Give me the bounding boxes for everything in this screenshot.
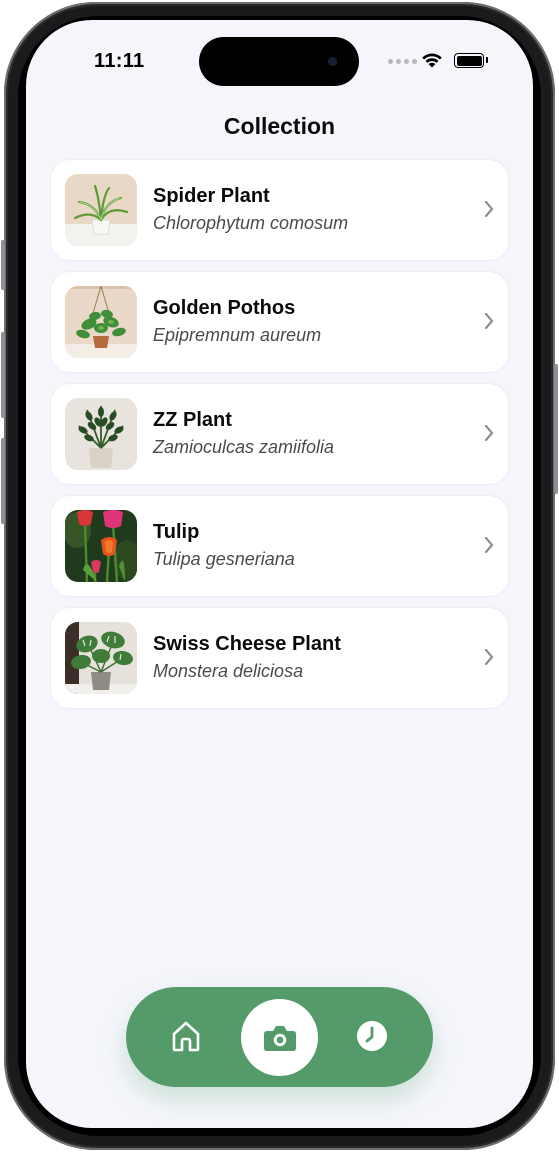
- plant-scientific-name: Epipremnum aureum: [153, 325, 322, 345]
- tulip-photo: [65, 510, 137, 582]
- plant-name: Spider Plant: [153, 185, 270, 207]
- chevron-right-icon: [484, 200, 494, 218]
- plant-scientific-name: Monstera deliciosa: [153, 661, 304, 681]
- list-item[interactable]: Spider Plant Chlorophytum comosum: [50, 159, 509, 261]
- front-camera: [328, 57, 337, 66]
- spider-plant-photo: [65, 174, 137, 246]
- plant-name: Swiss Cheese Plant: [153, 633, 341, 655]
- action-button: [1, 240, 5, 290]
- list-item[interactable]: Swiss Cheese Plant Monstera deliciosa: [50, 607, 509, 709]
- tab-bar: [126, 987, 433, 1087]
- list-item[interactable]: Golden Pothos Epipremnum aureum: [50, 271, 509, 373]
- clock-icon: [357, 1021, 387, 1051]
- battery-icon: [454, 53, 484, 68]
- tab-camera[interactable]: [241, 999, 318, 1076]
- zz-plant-photo: [65, 398, 137, 470]
- golden-pothos-photo: [65, 286, 137, 358]
- plant-scientific-name: Chlorophytum comosum: [153, 213, 349, 233]
- page-title: Collection: [223, 113, 336, 139]
- battery-tip: [486, 57, 488, 63]
- wifi-icon: [422, 53, 442, 68]
- screen: 11:11 Collection Spider Plant Chlorophyt…: [26, 20, 533, 1128]
- chevron-right-icon: [484, 312, 494, 330]
- cellular-signal-icon: [388, 59, 417, 64]
- volume-down-button: [1, 438, 5, 524]
- chevron-right-icon: [484, 648, 494, 666]
- plant-name: ZZ Plant: [153, 409, 232, 431]
- plant-scientific-name: Zamioculcas zamiifolia: [153, 437, 335, 457]
- chevron-right-icon: [484, 424, 494, 442]
- tab-history[interactable]: [356, 1020, 388, 1057]
- power-button: [554, 364, 558, 494]
- plant-list: Spider Plant Chlorophytum comosum Golden…: [50, 159, 509, 719]
- plant-scientific-name: Tulipa gesneriana: [153, 549, 295, 569]
- home-icon: [172, 1021, 200, 1052]
- status-time: 11:11: [94, 50, 145, 72]
- list-item[interactable]: ZZ Plant Zamioculcas zamiifolia: [50, 383, 509, 485]
- volume-up-button: [1, 332, 5, 418]
- dynamic-island: [199, 37, 359, 86]
- camera-icon: [263, 1025, 296, 1051]
- chevron-right-icon: [484, 536, 494, 554]
- monstera-photo: [65, 622, 137, 694]
- tab-home[interactable]: [170, 1019, 202, 1058]
- plant-name: Golden Pothos: [153, 297, 296, 319]
- list-item[interactable]: Tulip Tulipa gesneriana: [50, 495, 509, 597]
- plant-name: Tulip: [153, 521, 200, 543]
